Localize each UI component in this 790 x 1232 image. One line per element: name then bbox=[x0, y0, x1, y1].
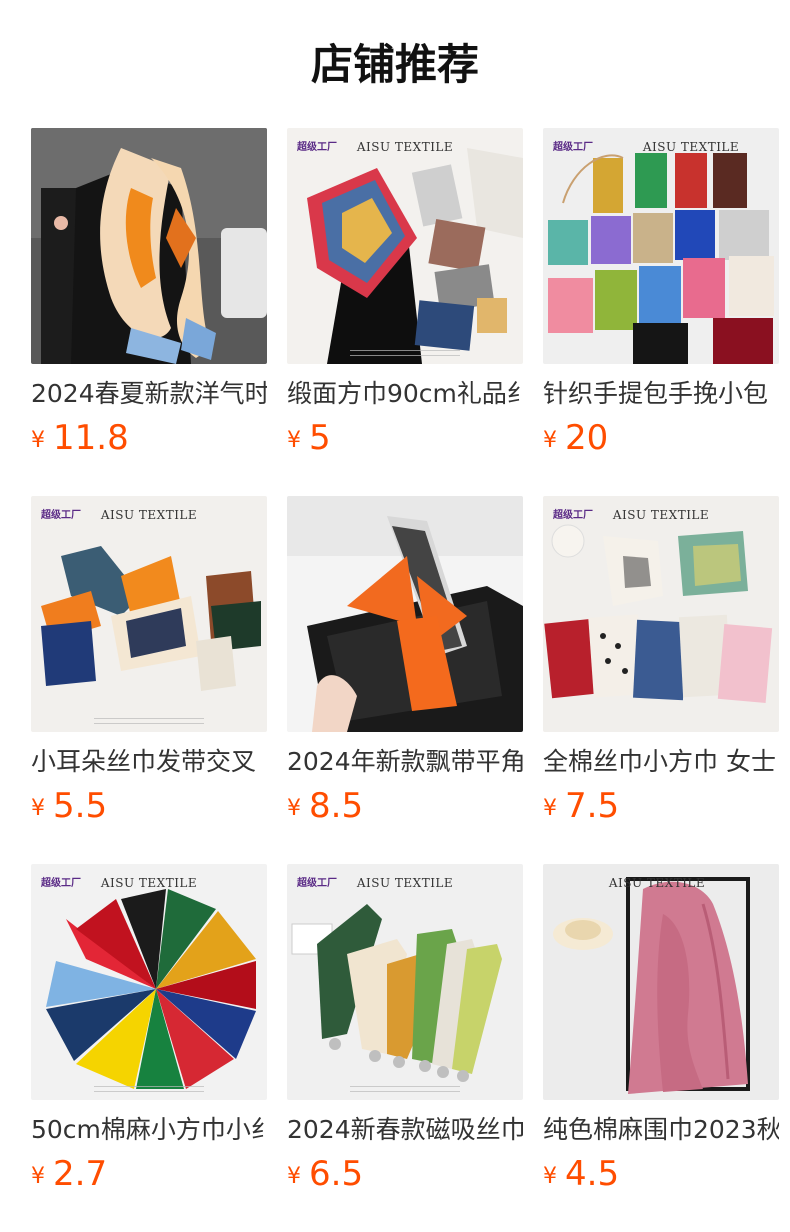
currency-symbol: ¥ bbox=[31, 1164, 45, 1189]
currency-symbol: ¥ bbox=[31, 428, 45, 453]
satin-square-scarf-photo[interactable]: 超级工厂 AISU TEXTILE bbox=[287, 128, 523, 364]
currency-symbol: ¥ bbox=[287, 428, 301, 453]
product-price: ¥2.7 bbox=[31, 1154, 107, 1194]
pink-linen-scarf-photo[interactable]: AISU TEXTILE bbox=[543, 864, 779, 1100]
product-card[interactable]: 超级工厂 AISU TEXTILE 针织手提包手挽小包 ¥20 bbox=[543, 128, 779, 458]
brand-text: AISU TEXTILE bbox=[608, 876, 706, 890]
watermark-lines bbox=[350, 1086, 460, 1092]
currency-symbol: ¥ bbox=[543, 796, 557, 821]
price-value: 8.5 bbox=[309, 786, 364, 826]
bandana-fan-photo[interactable]: 超级工厂 AISU TEXTILE bbox=[31, 864, 267, 1100]
price-value: 20 bbox=[565, 418, 609, 458]
product-price: ¥7.5 bbox=[543, 786, 619, 826]
product-card[interactable]: 超级工厂 AISU TEXTILE 2024新春款磁吸丝巾 ¥6.5 bbox=[287, 864, 523, 1194]
product-price: ¥5 bbox=[287, 418, 331, 458]
product-price: ¥20 bbox=[543, 418, 608, 458]
product-price: ¥4.5 bbox=[543, 1154, 619, 1194]
page-title: 店铺推荐 bbox=[310, 40, 479, 89]
product-name[interactable]: 全棉丝巾小方巾 女士 bbox=[543, 746, 779, 778]
product-card[interactable]: 超级工厂 AISU TEXTILE 缎面方巾90cm礼品纟 ¥5 bbox=[287, 128, 523, 458]
price-value: 5.5 bbox=[53, 786, 108, 826]
product-name[interactable]: 2024新春款磁吸丝巾 bbox=[287, 1114, 523, 1146]
product-name[interactable]: 2024春夏新款洋气时 bbox=[31, 378, 267, 410]
product-price: ¥5.5 bbox=[31, 786, 107, 826]
watermark-lines bbox=[94, 718, 204, 724]
price-value: 6.5 bbox=[309, 1154, 364, 1194]
product-grid: 2024春夏新款洋气时 ¥11.8 超级工厂 AISU TEXTILE 缎面方巾… bbox=[31, 128, 779, 1194]
currency-symbol: ¥ bbox=[287, 1164, 301, 1189]
product-name[interactable]: 2024年新款飘带平角 bbox=[287, 746, 523, 778]
price-value: 7.5 bbox=[565, 786, 620, 826]
currency-symbol: ¥ bbox=[287, 796, 301, 821]
brand-text: AISU TEXTILE bbox=[100, 508, 198, 522]
brand-text: AISU TEXTILE bbox=[356, 140, 454, 154]
store-recommendation-page: 店铺推荐 2024春夏新款洋气时 ¥ 11.8 超级工厂 AISU TEXTIL… bbox=[0, 0, 790, 1232]
watermark-lines bbox=[94, 1086, 204, 1092]
product-name[interactable]: 针织手提包手挽小包 bbox=[543, 378, 779, 410]
brand-text: AISU TEXTILE bbox=[100, 876, 198, 890]
knit-handbags-photo[interactable]: 超级工厂 AISU TEXTILE bbox=[543, 128, 779, 364]
product-name[interactable]: 缎面方巾90cm礼品纟 bbox=[287, 378, 523, 410]
price-value: 4.5 bbox=[565, 1154, 620, 1194]
product-name[interactable]: 50cm棉麻小方巾小纟 bbox=[31, 1114, 267, 1146]
price-value: 5 bbox=[309, 418, 331, 458]
currency-symbol: ¥ bbox=[543, 428, 557, 453]
brand-text: AISU TEXTILE bbox=[612, 508, 710, 522]
product-card[interactable]: 超级工厂 AISU TEXTILE 小耳朵丝巾发带交叉 ¥5.5 bbox=[31, 496, 267, 826]
watermark-lines bbox=[350, 350, 460, 356]
product-price: ¥8.5 bbox=[287, 786, 363, 826]
brand-text: AISU TEXTILE bbox=[356, 876, 454, 890]
price-value: 2.7 bbox=[53, 1154, 108, 1194]
product-card[interactable]: 超级工厂 AISU TEXTILE 全棉丝巾小方巾 女士 ¥7.5 bbox=[543, 496, 779, 826]
product-card[interactable]: 2024春夏新款洋气时 ¥11.8 bbox=[31, 128, 267, 458]
cotton-small-square-scarves-photo[interactable]: 超级工厂 AISU TEXTILE bbox=[543, 496, 779, 732]
product-name[interactable]: 纯色棉麻围巾2023秋 bbox=[543, 1114, 779, 1146]
brand-text: AISU TEXTILE bbox=[642, 140, 740, 154]
currency-symbol: ¥ bbox=[543, 1164, 557, 1189]
hair-band-scarves-photo[interactable]: 超级工厂 AISU TEXTILE bbox=[31, 496, 267, 732]
product-card[interactable]: AISU TEXTILE 纯色棉麻围巾2023秋 ¥4.5 bbox=[543, 864, 779, 1194]
product-price: ¥6.5 bbox=[287, 1154, 363, 1194]
ribbon-scarf-photo[interactable] bbox=[287, 496, 523, 732]
price-value: 11.8 bbox=[53, 418, 129, 458]
magnetic-scarves-photo[interactable]: 超级工厂 AISU TEXTILE bbox=[287, 864, 523, 1100]
product-name[interactable]: 小耳朵丝巾发带交叉 bbox=[31, 746, 267, 778]
product-card[interactable]: 超级工厂 AISU TEXTILE 50cm棉麻小方巾小纟 ¥2.7 bbox=[31, 864, 267, 1194]
orange-silk-scarf-photo[interactable] bbox=[31, 128, 267, 364]
product-card[interactable]: 2024年新款飘带平角 ¥8.5 bbox=[287, 496, 523, 826]
product-price: ¥11.8 bbox=[31, 418, 129, 458]
currency-symbol: ¥ bbox=[31, 796, 45, 821]
